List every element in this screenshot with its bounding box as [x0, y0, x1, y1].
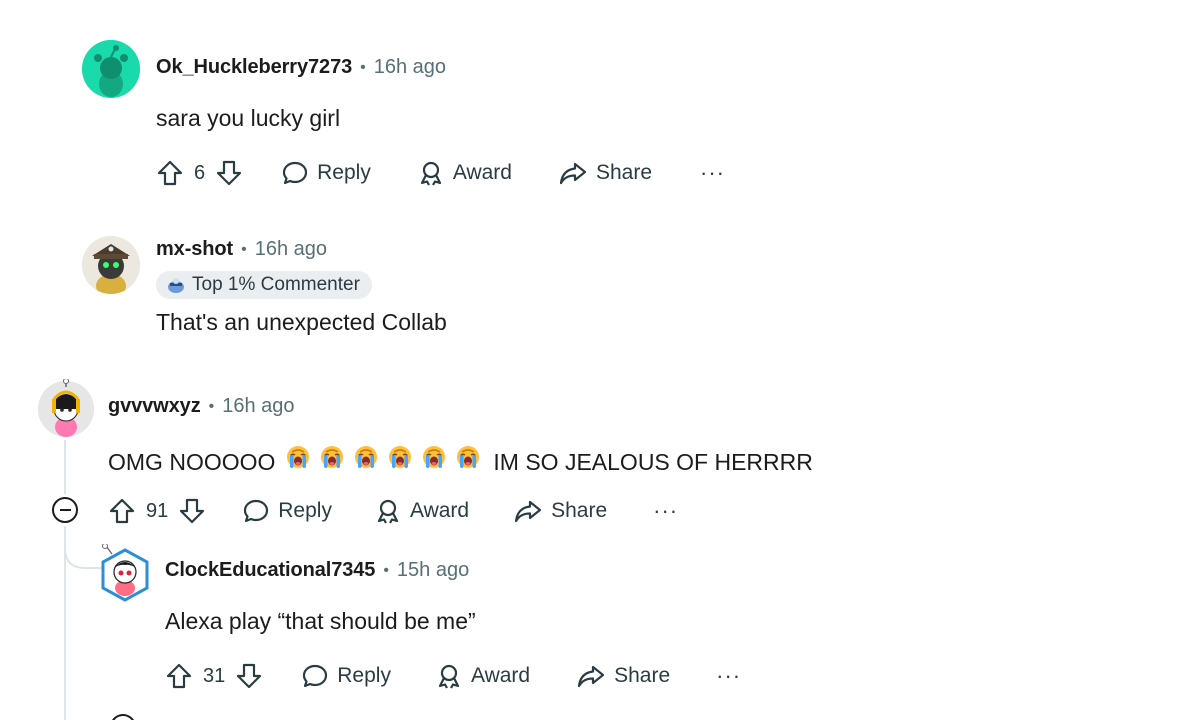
comment-text: sara you lucky girl [156, 105, 341, 131]
award-icon [438, 664, 460, 689]
reply-icon [303, 664, 328, 688]
loudly-crying-face-icon [423, 446, 446, 468]
comment-meta: gvvvwxyz • 16h ago [108, 395, 295, 418]
share-button[interactable]: Share [576, 662, 670, 690]
vote-count: 91 [146, 499, 169, 522]
upvote-icon[interactable] [165, 662, 193, 690]
avatar[interactable] [100, 543, 150, 602]
snoo-pink-avatar-icon [38, 378, 94, 437]
avatar[interactable] [82, 40, 140, 98]
reply-label: Reply [317, 161, 371, 184]
upvote-icon[interactable] [108, 497, 136, 525]
separator-dot: • [241, 240, 247, 258]
award-button[interactable]: Award [417, 159, 512, 187]
thread-connector [64, 526, 102, 569]
share-button[interactable]: Share [513, 497, 607, 525]
award-button[interactable]: Award [435, 662, 530, 690]
reply-label: Reply [278, 499, 332, 522]
comment-text: OMG NOOOOO IM SO JEALOUS OF HERRRR [108, 444, 813, 476]
more-options-icon[interactable]: ··· [700, 162, 725, 184]
downvote-icon[interactable] [215, 159, 243, 187]
award-icon [377, 499, 399, 524]
loudly-crying-face-icon [389, 446, 412, 468]
comment-actions: 6 Reply Award Share ··· [156, 153, 725, 193]
award-button[interactable]: Award [374, 497, 469, 525]
share-icon [515, 500, 542, 523]
comment-text: That's an unexpected Collab [156, 309, 447, 335]
reply-icon [283, 161, 308, 185]
next-comment-avatar-partial [110, 714, 136, 720]
thread-line-top [64, 440, 66, 494]
comment-text: Alexa play “that should be me” [165, 608, 476, 634]
timestamp[interactable]: 15h ago [397, 559, 469, 582]
loudly-crying-face-icon [457, 446, 480, 468]
snoo-white-avatar-icon [101, 543, 149, 602]
vote-group: 6 [156, 159, 243, 187]
separator-dot: • [383, 561, 389, 579]
snoo-teal-avatar-icon [82, 40, 140, 98]
reply-button[interactable]: Reply [242, 497, 332, 525]
username[interactable]: gvvvwxyz [108, 395, 201, 418]
username[interactable]: mx-shot [156, 238, 233, 261]
comment-text-end: IM SO JEALOUS OF HERRRR [493, 449, 813, 475]
share-label: Share [551, 499, 608, 522]
upvote-icon[interactable] [156, 159, 184, 187]
vote-group: 91 [108, 497, 206, 525]
loudly-crying-face-icon [287, 446, 310, 468]
avatar[interactable] [82, 236, 140, 294]
vote-group: 31 [165, 662, 263, 690]
reply-icon [244, 499, 269, 523]
comment-actions: 91 Reply Award Share ··· [108, 491, 678, 531]
loudly-crying-face-icon [355, 446, 378, 468]
avatar[interactable] [38, 378, 94, 437]
downvote-icon[interactable] [235, 662, 263, 690]
reply-button[interactable]: Reply [281, 159, 371, 187]
comment-meta: Ok_Huckleberry7273 • 16h ago [156, 56, 446, 79]
comment-text-start: OMG NOOOOO [108, 449, 276, 475]
comment-meta: ClockEducational7345 • 15h ago [165, 559, 469, 582]
flair-icon [168, 278, 184, 293]
share-button[interactable]: Share [558, 159, 652, 187]
award-label: Award [452, 161, 512, 184]
snoo-hat-avatar-icon [82, 236, 140, 294]
award-label: Award [470, 664, 531, 687]
separator-dot: • [208, 397, 215, 415]
share-label: Share [595, 161, 653, 184]
collapse-thread-icon[interactable] [52, 497, 78, 523]
timestamp[interactable]: 16h ago [222, 395, 294, 418]
reply-label: Reply [337, 664, 391, 687]
flair-label: Top 1% Commenter [192, 274, 360, 295]
downvote-icon[interactable] [178, 497, 206, 525]
separator-dot: • [360, 58, 366, 76]
vote-count: 6 [194, 161, 206, 184]
award-icon [420, 161, 441, 186]
share-label: Share [614, 664, 671, 687]
user-flair-badge: Top 1% Commenter [156, 271, 372, 299]
timestamp[interactable]: 16h ago [374, 56, 446, 79]
comment-actions: 31 Reply Award Share ··· [165, 656, 741, 696]
emoji-row [281, 444, 485, 470]
vote-count: 31 [203, 664, 226, 687]
award-label: Award [409, 499, 470, 522]
share-icon [578, 665, 605, 688]
username[interactable]: ClockEducational7345 [165, 559, 375, 582]
timestamp[interactable]: 16h ago [255, 238, 327, 261]
comment-meta: mx-shot • 16h ago [156, 238, 327, 261]
more-options-icon[interactable]: ··· [653, 500, 678, 522]
share-icon [559, 162, 587, 185]
username[interactable]: Ok_Huckleberry7273 [156, 56, 352, 79]
loudly-crying-face-icon [321, 446, 344, 468]
reply-button[interactable]: Reply [301, 662, 391, 690]
more-options-icon[interactable]: ··· [716, 665, 741, 687]
